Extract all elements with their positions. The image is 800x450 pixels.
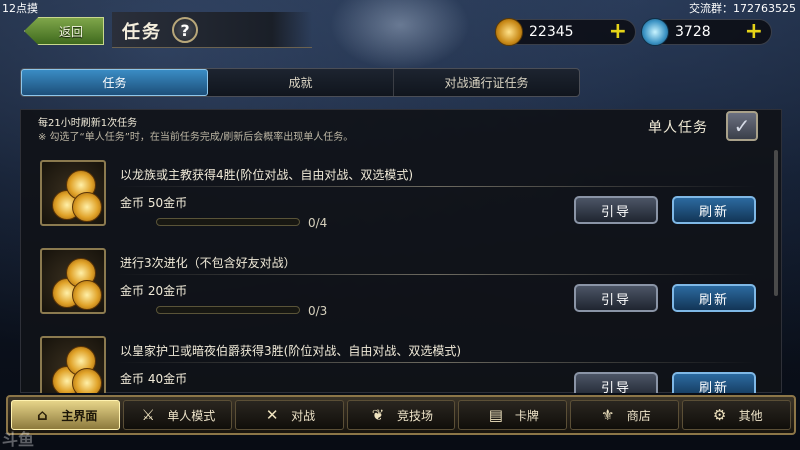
nav-other[interactable]: ⚙ 其他 [682, 400, 792, 430]
guide-button[interactable]: 引导 [574, 196, 658, 224]
quest-reward: 金币 20金币 [120, 284, 188, 298]
sword-icon: ⚔ [141, 406, 155, 424]
quest-title: 以龙族或主教获得4胜(阶位对战、自由对战、双选模式) [120, 168, 414, 182]
quest-progress-text: 0/3 [308, 304, 328, 318]
gold-coin-icon [495, 18, 523, 46]
quest-row: 进行3次进化（不包含好友对战） 金币 20金币 0/3 引导 刷新 [36, 240, 764, 328]
gold-reward-icon [40, 160, 106, 226]
watermark-logo: 斗鱼 [2, 430, 35, 449]
gold-amount: 22345 [529, 24, 574, 40]
solo-quest-checkbox[interactable]: ✓ [726, 111, 758, 141]
nav-solo-label: 单人模式 [167, 408, 216, 423]
divider [116, 274, 756, 275]
nav-battle[interactable]: ✕ 对战 [234, 400, 344, 430]
home-icon: ⌂ [37, 406, 48, 424]
quest-reward: 金币 50金币 [120, 196, 188, 210]
quest-list: 以龙族或主教获得4胜(阶位对战、自由对战、双选模式) 金币 50金币 0/4 引… [36, 148, 764, 393]
nav-arena[interactable]: ❦ 竞技场 [346, 400, 456, 430]
bottom-nav: ⌂ 主界面 ⚔ 单人模式 ✕ 对战 ❦ 竞技场 ▤ 卡牌 ⚜ 商店 ⚙ 其他 [6, 395, 796, 435]
guide-button[interactable]: 引导 [574, 284, 658, 312]
refresh-info: 每21小时刷新1次任务 [38, 118, 138, 129]
divider [116, 186, 756, 187]
shop-icon: ⚜ [600, 406, 615, 424]
quest-title: 以皇家护卫或暗夜伯爵获得3胜(阶位对战、自由对战、双选模式) [120, 344, 462, 358]
guide-button[interactable]: 引导 [574, 372, 658, 393]
tab-quests-label: 任务 [102, 76, 127, 90]
tab-battle-pass-label: 对战通行证任务 [444, 76, 529, 90]
nav-shop[interactable]: ⚜ 商店 [570, 400, 680, 430]
nav-shop-label: 商店 [626, 408, 651, 423]
gold-counter: 22345 + [495, 18, 636, 46]
solo-quest-note: ※ 勾选了“单人任务”时，在当前任务完成/刷新后会概率出现单人任务。 [38, 132, 354, 143]
laurel-icon: ❦ [371, 406, 385, 424]
refresh-quest-button[interactable]: 刷新 [672, 284, 756, 312]
tab-achievements-label: 成就 [288, 76, 313, 90]
nav-battle-label: 对战 [291, 408, 316, 423]
tab-achievements[interactable]: 成就 [208, 69, 394, 96]
back-button[interactable]: 返回 [24, 17, 104, 45]
quest-list-scrollbar[interactable] [774, 150, 778, 296]
quest-row: 以龙族或主教获得4胜(阶位对战、自由对战、双选模式) 金币 50金币 0/4 引… [36, 152, 764, 240]
crystal-counter: 3728 + [641, 18, 772, 46]
crossed-swords-icon: ✕ [265, 406, 279, 424]
stream-overlay-time: 12点摸 [2, 2, 38, 15]
crystal-icon [641, 18, 669, 46]
cards-icon: ▤ [488, 406, 503, 424]
crystal-amount: 3728 [675, 24, 711, 40]
refresh-quest-button[interactable]: 刷新 [672, 196, 756, 224]
tab-quests[interactable]: 任务 [21, 69, 208, 96]
nav-other-label: 其他 [738, 408, 763, 423]
gold-reward-icon [40, 336, 106, 393]
menu-icon: ⚙ [712, 406, 727, 424]
refresh-quest-button[interactable]: 刷新 [672, 372, 756, 393]
nav-cards-label: 卡牌 [514, 408, 539, 423]
add-gold-plus-icon[interactable]: + [609, 21, 627, 43]
page-title: 任务 [122, 22, 162, 43]
solo-quest-label: 单人任务 [648, 120, 708, 136]
gold-reward-icon [40, 248, 106, 314]
tab-bar: 任务 成就 对战通行证任务 [20, 68, 580, 97]
quest-title: 进行3次进化（不包含好友对战） [120, 256, 296, 270]
check-icon: ✓ [733, 114, 751, 138]
quest-progress-bar [156, 306, 300, 314]
nav-cards[interactable]: ▤ 卡牌 [458, 400, 568, 430]
nav-solo-mode[interactable]: ⚔ 单人模式 [122, 400, 232, 430]
quest-progress-text: 0/4 [308, 216, 328, 230]
question-icon[interactable]: ? [172, 17, 198, 43]
tab-battle-pass-quests[interactable]: 对战通行证任务 [394, 69, 579, 96]
add-crystal-plus-icon[interactable]: + [745, 21, 763, 43]
nav-home-label: 主界面 [61, 408, 98, 423]
quest-reward: 金币 40金币 [120, 372, 188, 386]
divider [116, 362, 756, 363]
nav-arena-label: 竞技场 [397, 408, 434, 423]
back-button-label: 返回 [58, 24, 83, 39]
quest-row: 以皇家护卫或暗夜伯爵获得3胜(阶位对战、自由对战、双选模式) 金币 40金币 引… [36, 328, 764, 393]
stream-overlay-group: 交流群：172763525 [689, 2, 796, 15]
quest-progress-bar [156, 218, 300, 226]
